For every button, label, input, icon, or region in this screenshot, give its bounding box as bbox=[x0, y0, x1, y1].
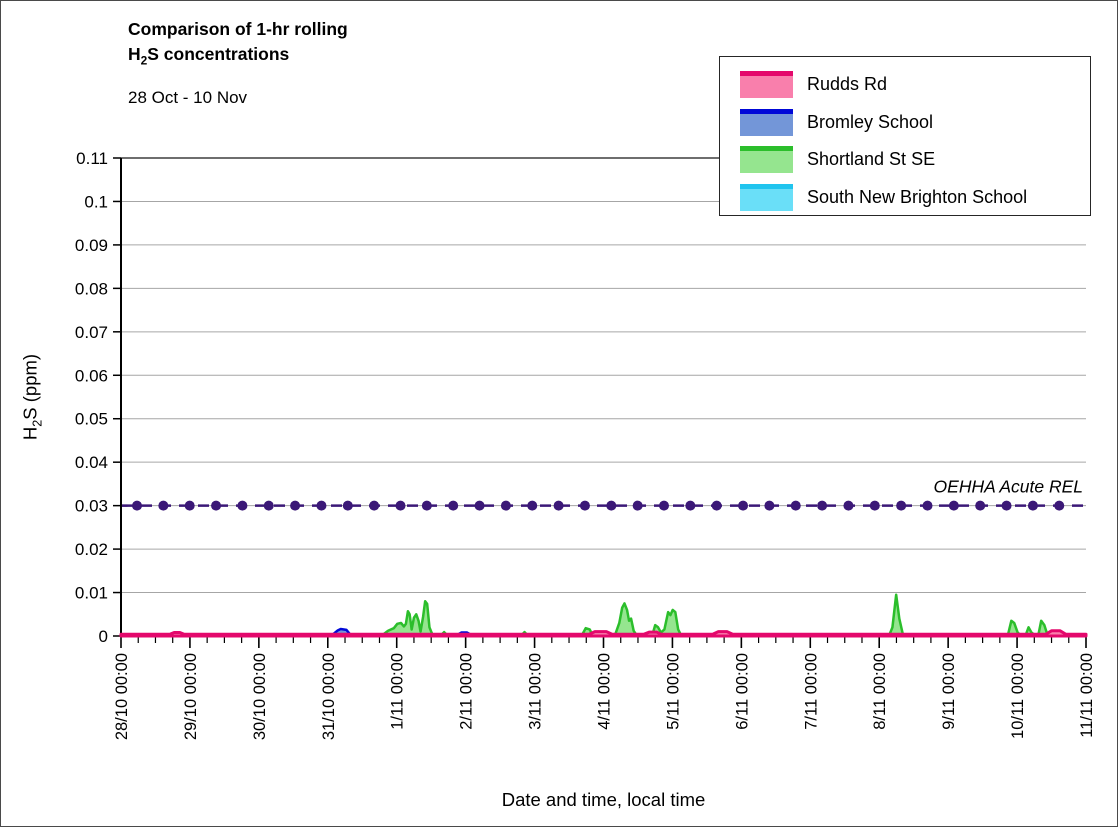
legend-item: Shortland St SE bbox=[740, 141, 1090, 179]
y-tick-label: 0.02 bbox=[75, 540, 108, 559]
rel-marker bbox=[237, 500, 248, 511]
rel-marker bbox=[553, 500, 564, 511]
rel-marker bbox=[896, 500, 907, 511]
rel-marker bbox=[817, 500, 828, 511]
rel-marker bbox=[659, 500, 669, 511]
y-tick-label: 0 bbox=[99, 627, 108, 646]
rel-marker bbox=[1027, 500, 1038, 511]
x-tick-label: 1/11 00:00 bbox=[389, 653, 407, 730]
rel-marker bbox=[395, 500, 406, 511]
y-tick-label: 0.08 bbox=[75, 279, 108, 298]
y-tick-label: 0.01 bbox=[75, 584, 108, 603]
legend-label: Rudds Rd bbox=[807, 74, 888, 95]
y-tick-label: 0.09 bbox=[75, 236, 108, 255]
x-tick-label: 31/10 00:00 bbox=[320, 653, 338, 740]
legend-item: Rudds Rd bbox=[740, 66, 1090, 104]
rel-marker bbox=[316, 500, 327, 511]
rel-marker bbox=[685, 500, 696, 511]
rel-marker bbox=[869, 500, 880, 511]
rel-marker bbox=[448, 500, 459, 511]
legend-label: Bromley School bbox=[807, 111, 934, 132]
y-tick-label: 0.05 bbox=[75, 410, 108, 429]
legend-item: South New Brighton School bbox=[740, 179, 1090, 217]
y-tick-label: 0.03 bbox=[75, 497, 108, 516]
rel-marker bbox=[711, 500, 722, 511]
legend-swatch-shortland-st-se bbox=[740, 146, 793, 174]
rel-marker bbox=[764, 500, 775, 511]
x-tick-label: 4/11 00:00 bbox=[596, 653, 614, 730]
x-tick-label: 6/11 00:00 bbox=[733, 653, 751, 730]
legend-label: Shortland St SE bbox=[807, 149, 936, 170]
rel-marker bbox=[922, 500, 933, 511]
rel-marker bbox=[579, 500, 590, 511]
legend-label: South New Brighton School bbox=[807, 186, 1028, 207]
rel-marker bbox=[948, 500, 959, 511]
rel-marker bbox=[132, 500, 142, 511]
legend-item: Bromley School bbox=[740, 104, 1090, 142]
rel-marker bbox=[1054, 500, 1065, 511]
rel-marker bbox=[632, 500, 643, 511]
x-tick-label: 11/11 00:00 bbox=[1078, 653, 1096, 738]
x-tick-label: 30/10 00:00 bbox=[251, 653, 269, 740]
rel-label: OEHHA Acute REL bbox=[934, 477, 1083, 497]
legend-swatch-bromley-school bbox=[740, 108, 793, 136]
rel-marker bbox=[606, 500, 617, 511]
chart-canvas: Comparison of 1-hr rolling H2S concentra… bbox=[0, 0, 1118, 827]
legend: Rudds Rd Bromley School Shortland St SE Sou… bbox=[719, 56, 1091, 216]
rel-marker bbox=[790, 500, 801, 511]
series-shortland-st-se-line bbox=[121, 593, 1086, 637]
rel-marker bbox=[263, 500, 274, 511]
rel-marker bbox=[1001, 500, 1012, 511]
x-tick-label: 7/11 00:00 bbox=[802, 653, 820, 730]
y-tick-label: 0.07 bbox=[75, 323, 108, 342]
x-tick-label: 29/10 00:00 bbox=[182, 653, 200, 740]
rel-marker bbox=[738, 500, 749, 511]
series-shortland-st-se-fill bbox=[121, 594, 1086, 636]
rel-marker bbox=[500, 500, 511, 511]
x-tick-label: 5/11 00:00 bbox=[664, 653, 682, 730]
rel-marker bbox=[184, 500, 195, 511]
rel-marker bbox=[369, 500, 380, 511]
y-tick-label: 0.1 bbox=[84, 192, 108, 211]
x-axis-title: Date and time, local time bbox=[501, 789, 706, 810]
legend-swatch-south-new-brighton-school bbox=[740, 183, 793, 211]
x-tick-label: 9/11 00:00 bbox=[940, 653, 958, 730]
rel-marker bbox=[211, 500, 222, 511]
rel-marker bbox=[843, 500, 854, 511]
rel-marker bbox=[158, 500, 169, 511]
rel-marker bbox=[342, 500, 353, 511]
rel-marker bbox=[290, 500, 301, 511]
rel-marker bbox=[421, 500, 432, 511]
y-tick-label: 0.11 bbox=[76, 149, 108, 168]
x-tick-label: 2/11 00:00 bbox=[458, 653, 476, 730]
x-tick-label: 8/11 00:00 bbox=[871, 653, 889, 730]
rel-marker bbox=[527, 500, 538, 511]
x-tick-label: 3/11 00:00 bbox=[527, 653, 545, 730]
x-tick-label: 10/11 00:00 bbox=[1009, 653, 1027, 739]
x-tick-label: 28/10 00:00 bbox=[113, 653, 131, 740]
rel-marker bbox=[975, 500, 986, 511]
y-tick-label: 0.06 bbox=[75, 366, 108, 385]
y-tick-label: 0.04 bbox=[75, 453, 108, 472]
rel-marker bbox=[474, 500, 485, 511]
legend-swatch-rudds-rd bbox=[740, 71, 793, 99]
